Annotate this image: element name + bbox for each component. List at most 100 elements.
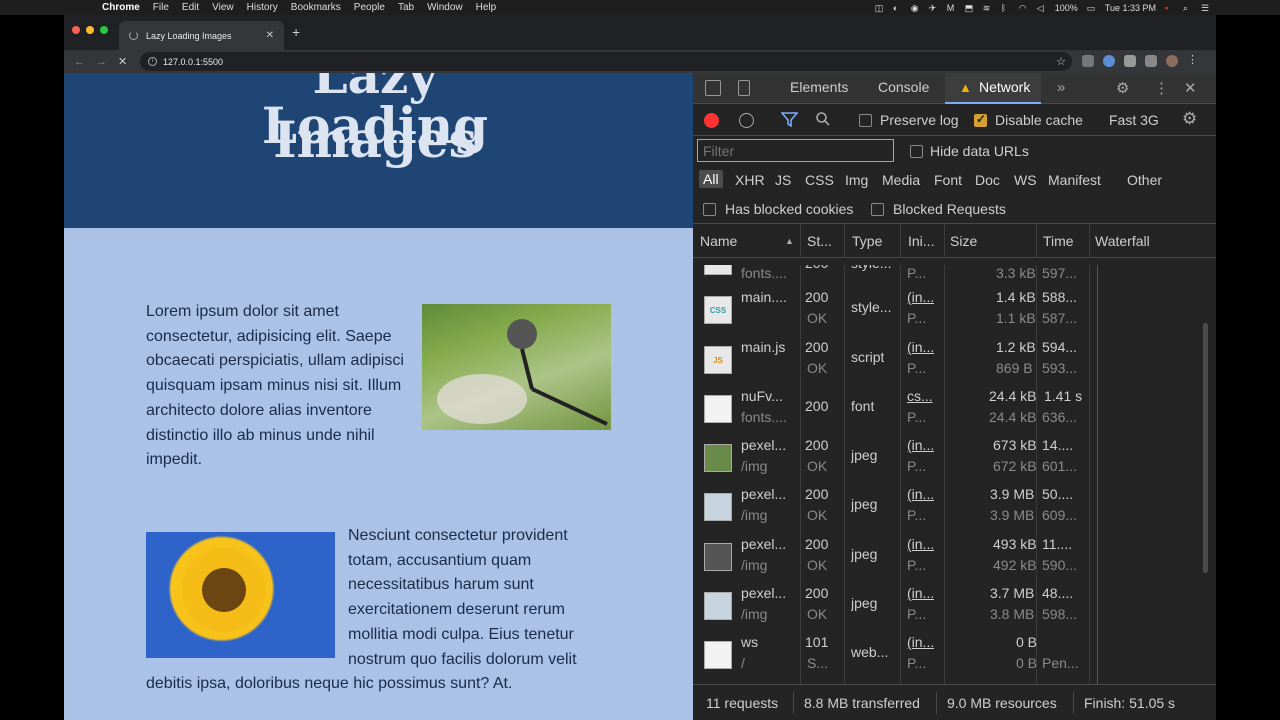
minimize-window-icon[interactable] xyxy=(86,26,94,34)
type-filter-ws[interactable]: WS xyxy=(1014,172,1037,188)
menu-view[interactable]: View xyxy=(212,2,234,13)
table-row[interactable]: pexel... /img 200 OK jpeg (in... P... 3.… xyxy=(693,582,1203,631)
search-icon[interactable] xyxy=(816,112,830,126)
status-icon[interactable]: ◐ xyxy=(893,3,902,13)
wifi-icon[interactable]: ◠ xyxy=(1019,3,1028,13)
type-filter-other[interactable]: Other xyxy=(1127,172,1162,188)
hide-data-urls-checkbox[interactable] xyxy=(910,145,923,158)
status-icon[interactable]: ◫ xyxy=(875,3,884,13)
menu-edit[interactable]: Edit xyxy=(182,2,199,13)
column-type[interactable]: Type xyxy=(852,233,882,249)
volume-icon[interactable]: ◁ xyxy=(1037,3,1046,13)
throttling-select[interactable]: Fast 3G xyxy=(1109,112,1159,128)
column-divider[interactable] xyxy=(900,224,901,258)
new-tab-icon[interactable]: + xyxy=(292,24,300,40)
blocked-requests-checkbox[interactable] xyxy=(871,203,884,216)
control-center-icon[interactable]: ☰ xyxy=(1201,3,1210,13)
url-text[interactable]: 127.0.0.1:5500 xyxy=(163,57,223,67)
type-filter-doc[interactable]: Doc xyxy=(975,172,1000,188)
back-arrow-icon[interactable]: ← xyxy=(74,56,86,68)
status-icon[interactable]: ≋ xyxy=(983,3,992,13)
table-row[interactable]: CSS fonts.... 200 style... P... 3.3 kB 5… xyxy=(693,265,1203,286)
flag-icon[interactable]: ▪ xyxy=(1165,3,1174,13)
column-divider[interactable] xyxy=(844,224,845,258)
menu-people[interactable]: People xyxy=(354,2,385,13)
table-row[interactable]: pexel... /img 200 OK jpeg (in... P... 49… xyxy=(693,533,1203,582)
tab-network[interactable]: Network xyxy=(979,79,1030,95)
battery-icon[interactable]: ▭ xyxy=(1087,3,1096,13)
record-icon[interactable] xyxy=(704,113,719,128)
stop-loading-icon[interactable]: ✕ xyxy=(118,55,130,68)
menubar-clock[interactable]: Tue 1:33 PM xyxy=(1105,3,1156,13)
table-row[interactable]: pexel... /img 200 OK jpeg (in... P... 67… xyxy=(693,434,1203,483)
devtools-menu-icon[interactable]: ⋮ xyxy=(1154,79,1169,97)
table-row[interactable]: nuFv... fonts.... 200 font cs... P... 24… xyxy=(693,385,1203,434)
network-settings-icon[interactable]: ⚙ xyxy=(1182,109,1197,129)
address-bar[interactable]: i 127.0.0.1:5500 ☆ xyxy=(140,52,1072,71)
type-filter-font[interactable]: Font xyxy=(934,172,962,188)
column-initiator[interactable]: Ini... xyxy=(908,233,934,249)
type-filter-img[interactable]: Img xyxy=(845,172,868,188)
requests-scrollbar[interactable] xyxy=(1203,323,1208,573)
row-initiator[interactable]: (in... xyxy=(907,486,934,502)
tab-close-icon[interactable]: ✕ xyxy=(266,30,274,41)
tab-elements[interactable]: Elements xyxy=(790,79,848,95)
disable-cache-checkbox[interactable] xyxy=(974,112,987,127)
forward-arrow-icon[interactable]: → xyxy=(96,56,108,68)
extension-icon[interactable] xyxy=(1103,55,1115,67)
column-divider[interactable] xyxy=(944,224,945,258)
type-filter-all[interactable]: All xyxy=(699,170,723,188)
type-filter-xhr[interactable]: XHR xyxy=(735,172,765,188)
table-row[interactable]: pexel... /img 200 OK jpeg (in... P... 3.… xyxy=(693,483,1203,532)
column-divider[interactable] xyxy=(800,224,801,258)
table-row[interactable]: ws / 101 S... web... (in... P... 0 B 0 B… xyxy=(693,631,1203,680)
close-window-icon[interactable] xyxy=(72,26,80,34)
menu-help[interactable]: Help xyxy=(476,2,497,13)
column-status[interactable]: St... xyxy=(807,233,832,249)
extension-icon[interactable] xyxy=(1082,55,1094,67)
device-toolbar-icon[interactable] xyxy=(738,80,750,96)
mail-icon[interactable]: M xyxy=(947,3,956,13)
row-initiator[interactable]: (in... xyxy=(907,437,934,453)
profile-avatar[interactable] xyxy=(1166,55,1178,67)
menu-app-name[interactable]: Chrome xyxy=(102,2,140,13)
column-time[interactable]: Time xyxy=(1043,233,1074,249)
bookmark-star-icon[interactable]: ☆ xyxy=(1056,55,1066,68)
menu-file[interactable]: File xyxy=(153,2,169,13)
filter-input[interactable] xyxy=(697,139,894,162)
has-blocked-cookies-checkbox[interactable] xyxy=(703,203,716,216)
row-initiator[interactable]: (in... xyxy=(907,634,934,650)
row-initiator[interactable]: (in... xyxy=(907,536,934,552)
bluetooth-icon[interactable]: ᛒ xyxy=(1001,3,1010,13)
column-name[interactable]: Name xyxy=(700,233,737,249)
chrome-menu-icon[interactable]: ⋮ xyxy=(1187,55,1198,67)
row-initiator[interactable]: (in... xyxy=(907,289,934,305)
more-tabs-icon[interactable]: » xyxy=(1057,79,1065,96)
menu-window[interactable]: Window xyxy=(427,2,463,13)
row-initiator[interactable]: cs... xyxy=(907,388,933,404)
menu-tab[interactable]: Tab xyxy=(398,2,414,13)
status-icon[interactable]: ✈ xyxy=(929,3,938,13)
media-controls-icon[interactable] xyxy=(1145,55,1157,67)
preserve-log-checkbox[interactable] xyxy=(859,114,872,127)
column-divider[interactable] xyxy=(1089,224,1090,258)
filter-funnel-icon[interactable] xyxy=(781,112,798,127)
type-filter-media[interactable]: Media xyxy=(882,172,920,188)
type-filter-js[interactable]: JS xyxy=(775,172,791,188)
column-divider[interactable] xyxy=(1036,224,1037,258)
location-icon[interactable]: ◉ xyxy=(911,3,920,13)
menu-history[interactable]: History xyxy=(247,2,278,13)
menu-bookmarks[interactable]: Bookmarks xyxy=(291,2,341,13)
status-icon[interactable]: ⬒ xyxy=(965,3,974,13)
puzzle-extensions-icon[interactable] xyxy=(1124,55,1136,67)
column-size[interactable]: Size xyxy=(950,233,977,249)
row-initiator[interactable]: (in... xyxy=(907,339,934,355)
site-info-icon[interactable]: i xyxy=(148,57,157,66)
zoom-window-icon[interactable] xyxy=(100,26,108,34)
spotlight-icon[interactable]: ⌕ xyxy=(1183,3,1192,13)
close-devtools-icon[interactable]: ✕ xyxy=(1184,79,1197,97)
type-filter-manifest[interactable]: Manifest xyxy=(1048,172,1101,188)
clear-icon[interactable] xyxy=(739,113,754,128)
settings-gear-icon[interactable]: ⚙ xyxy=(1116,79,1129,97)
row-initiator[interactable]: (in... xyxy=(907,585,934,601)
